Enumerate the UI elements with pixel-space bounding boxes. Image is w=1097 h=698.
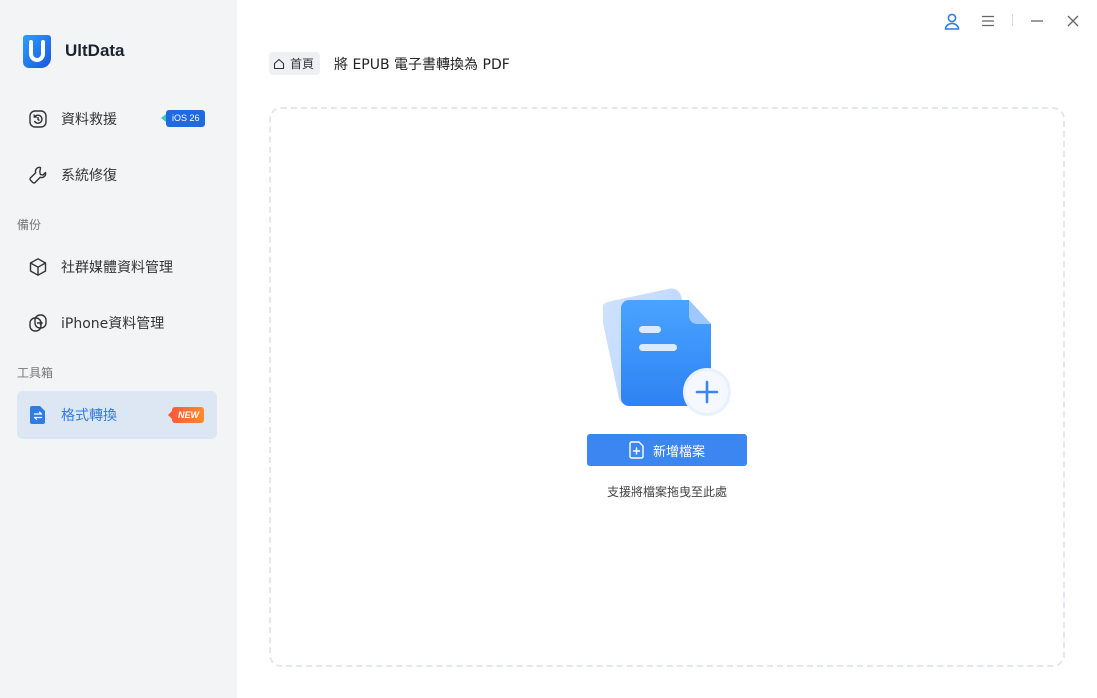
section-label-backup: 備份 [17, 218, 42, 232]
breadcrumb-home-label: 首頁 [290, 57, 315, 71]
user-icon [944, 13, 960, 30]
sidebar-item-label: 社群媒體資料管理 [61, 260, 173, 276]
close-button[interactable] [1063, 11, 1083, 31]
file-convert-icon [27, 404, 49, 426]
sidebar-item-iphone-manager[interactable]: iPhone資料管理 [17, 299, 217, 347]
minimize-icon [1031, 20, 1043, 22]
new-badge: NEW [168, 407, 204, 423]
sidebar-item-system-repair[interactable]: 系統修復 [17, 151, 217, 199]
sidebar-item-label: 系統修復 [61, 168, 117, 184]
home-icon [273, 58, 285, 69]
sidebar: UltData 資料救援 iOS 26 系統修復 備份 社群媒體資料管理 iPh… [0, 0, 237, 698]
ultdata-logo-icon [23, 35, 51, 68]
hamburger-icon [982, 15, 994, 27]
sidebar-item-label: 格式轉換 [61, 408, 117, 424]
add-file-icon [629, 441, 644, 459]
restore-icon [27, 108, 49, 130]
menu-button[interactable] [978, 11, 998, 31]
ios-version-badge: iOS 26 [161, 110, 205, 127]
user-account-button[interactable] [942, 11, 962, 31]
breadcrumb-home[interactable]: 首頁 [269, 52, 321, 75]
sidebar-item-label: 資料救援 [61, 112, 117, 128]
add-file-illustration-icon [603, 288, 731, 416]
add-file-button[interactable]: 新增檔案 [587, 434, 747, 466]
section-label-toolbox: 工具箱 [17, 366, 54, 380]
phone-transfer-icon [27, 312, 49, 334]
add-file-button-label: 新增檔案 [652, 444, 705, 460]
cube-icon [27, 256, 49, 278]
sidebar-item-social-media[interactable]: 社群媒體資料管理 [17, 243, 217, 291]
breadcrumb: 首頁 將 EPUB 電子書轉換為 PDF [269, 52, 510, 75]
wrench-icon [27, 164, 49, 186]
app-logo: UltData [23, 34, 125, 68]
drop-hint: 支援將檔案拖曳至此處 [606, 485, 727, 499]
close-icon [1067, 15, 1079, 27]
toolbar-divider [1012, 14, 1013, 26]
sidebar-item-label: iPhone資料管理 [61, 316, 165, 332]
app-name: UltData [65, 41, 125, 60]
page-title: 將 EPUB 電子書轉換為 PDF [334, 56, 510, 73]
sidebar-item-data-recovery[interactable]: 資料救援 iOS 26 [17, 95, 217, 143]
minimize-button[interactable] [1027, 11, 1047, 31]
sidebar-item-format-convert[interactable]: 格式轉換 NEW [17, 391, 217, 439]
